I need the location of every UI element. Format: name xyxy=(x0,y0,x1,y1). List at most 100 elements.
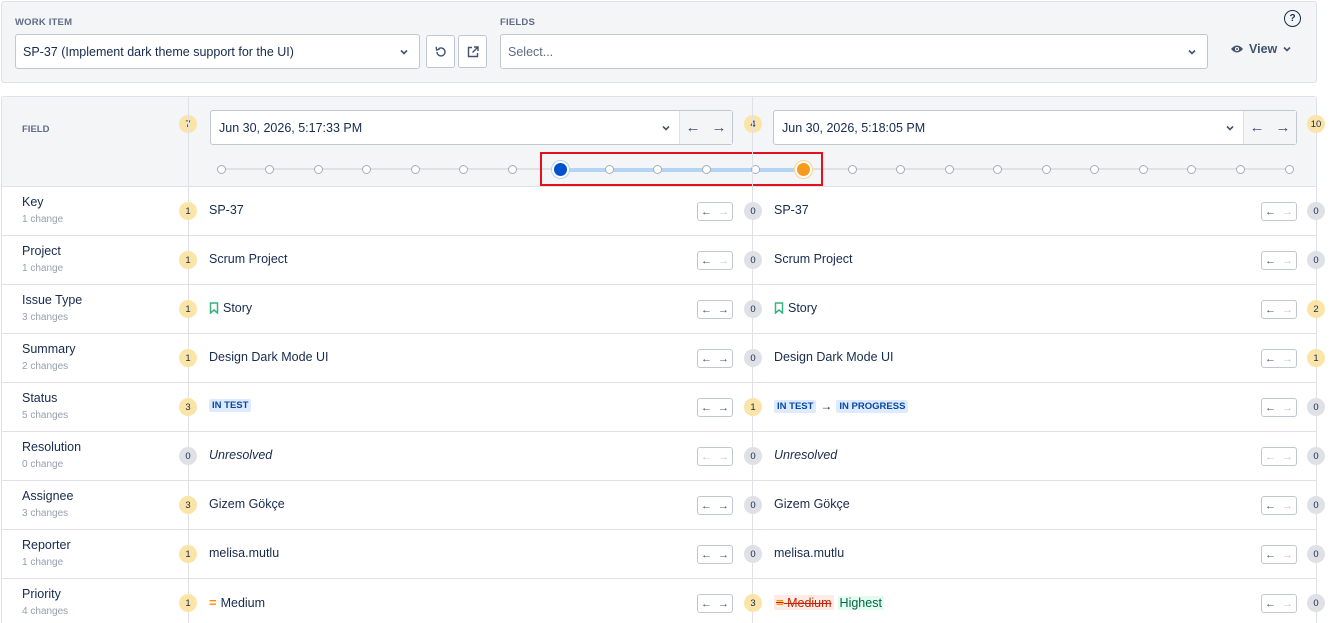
middle-value-badge: 0 xyxy=(744,202,762,220)
left-nav-buttons[interactable]: ← → xyxy=(697,251,733,270)
left-value-cell: = Medium xyxy=(209,595,265,610)
help-icon[interactable]: ? xyxy=(1284,10,1301,27)
arrow-left-icon[interactable]: ← xyxy=(1262,546,1279,563)
priority-medium-icon: = xyxy=(209,595,217,610)
right-nav-buttons[interactable]: ← → xyxy=(1261,300,1297,319)
arrow-left-icon[interactable]: ← xyxy=(698,399,715,416)
arrow-left-icon[interactable]: ← xyxy=(698,546,715,563)
timeline-point[interactable] xyxy=(847,165,857,174)
timeline-point[interactable] xyxy=(993,165,1003,174)
arrow-left-icon[interactable]: ← xyxy=(698,252,715,269)
right-nav-buttons[interactable]: ← → xyxy=(1261,251,1297,270)
arrow-right-icon[interactable]: → xyxy=(1279,546,1296,563)
timeline-point[interactable] xyxy=(1187,165,1197,174)
arrow-right-icon[interactable]: → xyxy=(1279,595,1296,612)
arrow-right-icon[interactable]: → xyxy=(1279,350,1296,367)
timeline-point[interactable] xyxy=(944,165,954,174)
timeline-point[interactable] xyxy=(216,165,226,174)
arrow-left-icon[interactable]: ← xyxy=(1262,595,1279,612)
left-value: Design Dark Mode UI xyxy=(209,350,329,364)
field-change-count: 0 change xyxy=(22,459,64,470)
arrow-right-icon[interactable]: → xyxy=(715,546,732,563)
right-nav-buttons[interactable]: ← → xyxy=(1261,496,1297,515)
arrow-left-icon[interactable]: ← xyxy=(698,448,715,465)
arrow-left-icon[interactable]: ← xyxy=(698,301,715,318)
left-nav-buttons[interactable]: ← → xyxy=(697,496,733,515)
arrow-left-icon[interactable]: ← xyxy=(698,350,715,367)
left-nav-buttons[interactable]: ← → xyxy=(697,300,733,319)
view-button[interactable]: View xyxy=(1230,42,1292,56)
arrow-right-icon[interactable]: → xyxy=(715,497,732,514)
timeline-point[interactable] xyxy=(1090,165,1100,174)
priority-medium-icon: = xyxy=(776,595,784,610)
arrow-right-icon[interactable]: → xyxy=(1279,497,1296,514)
timeline-point[interactable] xyxy=(459,165,469,174)
left-nav-buttons[interactable]: ← → xyxy=(697,594,733,613)
timeline-point[interactable] xyxy=(1235,165,1245,174)
fields-select[interactable]: Select... xyxy=(500,34,1208,69)
timeline-point[interactable] xyxy=(896,165,906,174)
arrow-left-icon[interactable]: ← xyxy=(1262,350,1279,367)
left-nav-buttons[interactable]: ← → xyxy=(697,447,733,466)
right-nav-buttons[interactable]: ← → xyxy=(1261,398,1297,417)
right-nav-buttons[interactable]: ← → xyxy=(1261,202,1297,221)
right-value-badge: 0 xyxy=(1307,496,1325,514)
arrow-right-icon[interactable]: → xyxy=(1279,399,1296,416)
arrow-left-icon[interactable]: ← xyxy=(1262,399,1279,416)
left-value-cell: melisa.mutlu xyxy=(209,546,279,560)
arrow-left-icon[interactable]: ← xyxy=(1262,448,1279,465)
arrow-right-icon[interactable]: → xyxy=(715,399,732,416)
right-nav-buttons[interactable]: ← → xyxy=(1261,447,1297,466)
refresh-button[interactable] xyxy=(426,35,455,68)
field-name: Key xyxy=(22,195,44,209)
left-nav-buttons[interactable]: ← → xyxy=(697,545,733,564)
arrow-right-icon[interactable]: → xyxy=(715,252,732,269)
arrow-left-icon[interactable]: ← xyxy=(698,203,715,220)
right-date-prev-button[interactable]: ← xyxy=(1244,111,1270,144)
timeline-point[interactable] xyxy=(313,165,323,174)
timeline-point[interactable] xyxy=(507,165,517,174)
left-nav-buttons[interactable]: ← → xyxy=(697,202,733,221)
timeline-point[interactable] xyxy=(362,165,372,174)
open-external-button[interactable] xyxy=(458,35,487,68)
work-item-select[interactable]: SP-37 (Implement dark theme support for … xyxy=(15,34,420,69)
arrow-left-icon[interactable]: ← xyxy=(1262,203,1279,220)
arrow-left-icon[interactable]: ← xyxy=(698,497,715,514)
right-nav-buttons[interactable]: ← → xyxy=(1261,594,1297,613)
arrow-right-icon[interactable]: → xyxy=(1279,448,1296,465)
arrow-left-icon[interactable]: ← xyxy=(698,595,715,612)
right-value: Story xyxy=(788,301,818,315)
right-date-select[interactable]: Jun 30, 2026, 5:18:05 PM ← → xyxy=(773,110,1297,145)
left-nav-buttons[interactable]: ← → xyxy=(697,398,733,417)
timeline-point[interactable] xyxy=(265,165,275,174)
arrow-left-icon[interactable]: ← xyxy=(1262,497,1279,514)
field-name: Project xyxy=(22,244,61,258)
left-value-cell: IN TEST xyxy=(209,399,252,412)
arrow-right-icon[interactable]: → xyxy=(1279,203,1296,220)
right-value: melisa.mutlu xyxy=(774,546,845,560)
arrow-right-icon[interactable]: → xyxy=(715,595,732,612)
left-date-next-button[interactable]: → xyxy=(706,111,732,144)
arrow-left-icon[interactable]: ← xyxy=(1262,252,1279,269)
right-nav-buttons[interactable]: ← → xyxy=(1261,545,1297,564)
arrow-right-icon[interactable]: → xyxy=(715,203,732,220)
arrow-right-icon[interactable]: → xyxy=(1279,252,1296,269)
right-nav-buttons[interactable]: ← → xyxy=(1261,349,1297,368)
arrow-right-icon[interactable]: → xyxy=(715,350,732,367)
field-change-count: 4 changes xyxy=(22,606,69,617)
arrow-right-icon[interactable]: → xyxy=(715,448,732,465)
left-nav-buttons[interactable]: ← → xyxy=(697,349,733,368)
right-value-cell: IN TEST → IN PROGRESS xyxy=(774,399,909,413)
timeline-point[interactable] xyxy=(1138,165,1148,174)
right-date-next-button[interactable]: → xyxy=(1270,111,1296,144)
timeline-point[interactable] xyxy=(1284,165,1294,174)
arrow-left-icon[interactable]: ← xyxy=(1262,301,1279,318)
left-date-select[interactable]: Jun 30, 2026, 5:17:33 PM ← → xyxy=(210,110,733,145)
timeline-point[interactable] xyxy=(410,165,420,174)
left-date-prev-button[interactable]: ← xyxy=(680,111,706,144)
field-row-issue-type: Issue Type 3 changes 1 Story ← → 0 Story ← → 2 xyxy=(2,285,1325,334)
arrow-right-icon[interactable]: → xyxy=(1279,301,1296,318)
arrow-right-icon[interactable]: → xyxy=(715,301,732,318)
field-change-count: 3 changes xyxy=(22,312,69,323)
timeline-point[interactable] xyxy=(1041,165,1051,174)
